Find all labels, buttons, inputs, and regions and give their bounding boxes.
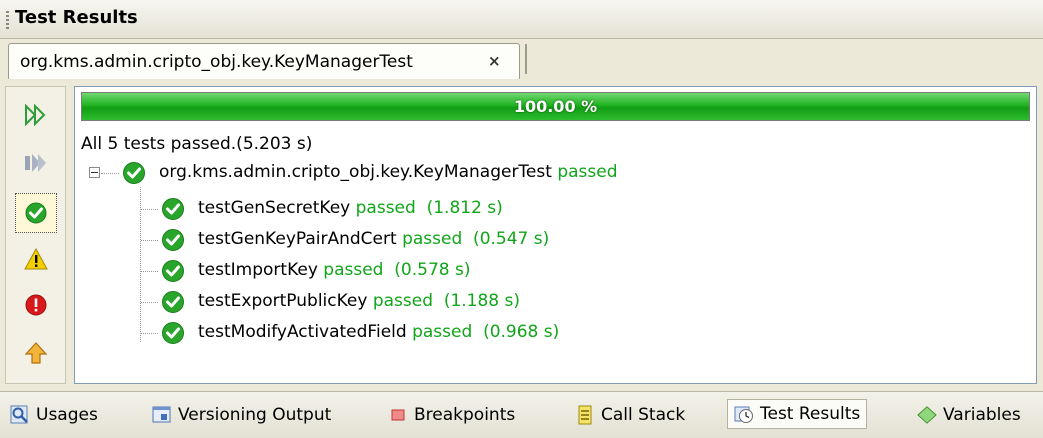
test-result: passed (0.547 s) bbox=[402, 229, 550, 249]
test-label: testGenSecretKey passed (1.812 s) bbox=[198, 198, 503, 218]
warning-icon bbox=[24, 248, 48, 270]
tab-label: Test Results bbox=[760, 404, 861, 424]
test-name: testGenSecretKey bbox=[198, 198, 351, 218]
side-toolbar bbox=[5, 86, 66, 384]
tree-connector bbox=[141, 302, 158, 303]
results-panel: 100.00 % All 5 tests passed.(5.203 s) or… bbox=[74, 86, 1037, 384]
test-result: passed (0.968 s) bbox=[412, 322, 560, 342]
rerun-button[interactable] bbox=[15, 95, 57, 135]
tab-label: Versioning Output bbox=[178, 405, 332, 425]
test-label: testModifyActivatedField passed (0.968 s… bbox=[198, 322, 559, 342]
tab-breakpoints[interactable]: Breakpoints bbox=[388, 402, 515, 428]
test-result: passed (1.812 s) bbox=[355, 198, 503, 218]
tab-strip: org.kms.admin.cripto_obj.key.KeyManagerT… bbox=[0, 39, 1043, 79]
breakpoints-icon bbox=[391, 409, 405, 421]
check-icon bbox=[123, 162, 145, 184]
show-warnings-button[interactable] bbox=[15, 239, 57, 279]
progress-text: 100.00 % bbox=[513, 97, 598, 116]
rerun-failed-icon bbox=[25, 154, 46, 172]
test-label: testGenKeyPairAndCert passed (0.547 s) bbox=[198, 229, 549, 249]
tab-label: Breakpoints bbox=[414, 405, 516, 425]
check-icon bbox=[162, 291, 184, 313]
drag-grip-icon[interactable] bbox=[6, 11, 9, 29]
suite-label: org.kms.admin.cripto_obj.key.KeyManagerT… bbox=[159, 162, 552, 182]
tab-label: Variables bbox=[943, 405, 1021, 425]
tab-divider bbox=[525, 44, 527, 74]
tab-label: Usages bbox=[36, 405, 98, 425]
test-label: testExportPublicKey passed (1.188 s) bbox=[198, 291, 520, 311]
summary-text: All 5 tests passed.(5.203 s) bbox=[81, 134, 313, 154]
suite-status: passed bbox=[557, 162, 618, 182]
tree-connector bbox=[141, 240, 158, 241]
test-name: testExportPublicKey bbox=[198, 291, 368, 311]
tree-connector bbox=[141, 333, 158, 334]
test-name: testModifyActivatedField bbox=[198, 322, 407, 342]
check-icon bbox=[162, 260, 184, 282]
usages-icon bbox=[10, 405, 28, 424]
rerun-failed-button[interactable] bbox=[15, 143, 57, 183]
test-name: testImportKey bbox=[198, 260, 318, 280]
versioning-output-icon bbox=[152, 406, 171, 423]
bottom-tab-bar: Usages Versioning Output Breakpoints Cal… bbox=[0, 391, 1043, 438]
show-passed-icon bbox=[25, 202, 47, 224]
tree-connector bbox=[141, 209, 158, 210]
title-bar: Test Results bbox=[0, 0, 1043, 39]
progress-bar: 100.00 % bbox=[81, 92, 1030, 121]
test-name: testGenKeyPairAndCert bbox=[198, 229, 397, 249]
tab-usages[interactable]: Usages bbox=[10, 402, 98, 428]
collapse-icon[interactable] bbox=[89, 167, 100, 178]
tab-label: Call Stack bbox=[601, 405, 686, 425]
check-icon bbox=[162, 322, 184, 344]
test-results-icon bbox=[734, 406, 753, 423]
tree-connector bbox=[140, 187, 141, 342]
window-title: Test Results bbox=[15, 7, 138, 28]
close-icon[interactable]: × bbox=[488, 52, 501, 70]
check-icon bbox=[162, 229, 184, 251]
show-errors-button[interactable] bbox=[15, 285, 57, 325]
tab-keymanagertest[interactable]: org.kms.admin.cripto_obj.key.KeyManagerT… bbox=[8, 43, 520, 79]
tab-test-results[interactable]: Test Results bbox=[727, 399, 868, 429]
tab-call-stack[interactable]: Call Stack bbox=[575, 402, 685, 428]
check-icon bbox=[162, 198, 184, 220]
test-result: passed (0.578 s) bbox=[323, 260, 471, 280]
tree-connector bbox=[101, 173, 119, 174]
tab-variables[interactable]: Variables bbox=[917, 402, 1021, 428]
test-result: passed (1.188 s) bbox=[372, 291, 521, 311]
error-icon bbox=[25, 294, 47, 316]
rerun-icon bbox=[25, 104, 46, 126]
tab-versioning-output[interactable]: Versioning Output bbox=[152, 402, 331, 428]
suite-name: org.kms.admin.cripto_obj.key.KeyManagerT… bbox=[159, 162, 618, 182]
tree-connector bbox=[141, 271, 158, 272]
call-stack-icon bbox=[578, 405, 592, 425]
test-label: testImportKey passed (0.578 s) bbox=[198, 260, 470, 280]
tab-label: org.kms.admin.cripto_obj.key.KeyManagerT… bbox=[20, 52, 413, 72]
previous-failure-icon bbox=[24, 342, 48, 364]
previous-failure-button[interactable] bbox=[15, 333, 57, 373]
show-passed-button[interactable] bbox=[15, 193, 57, 233]
variables-icon bbox=[917, 406, 937, 424]
